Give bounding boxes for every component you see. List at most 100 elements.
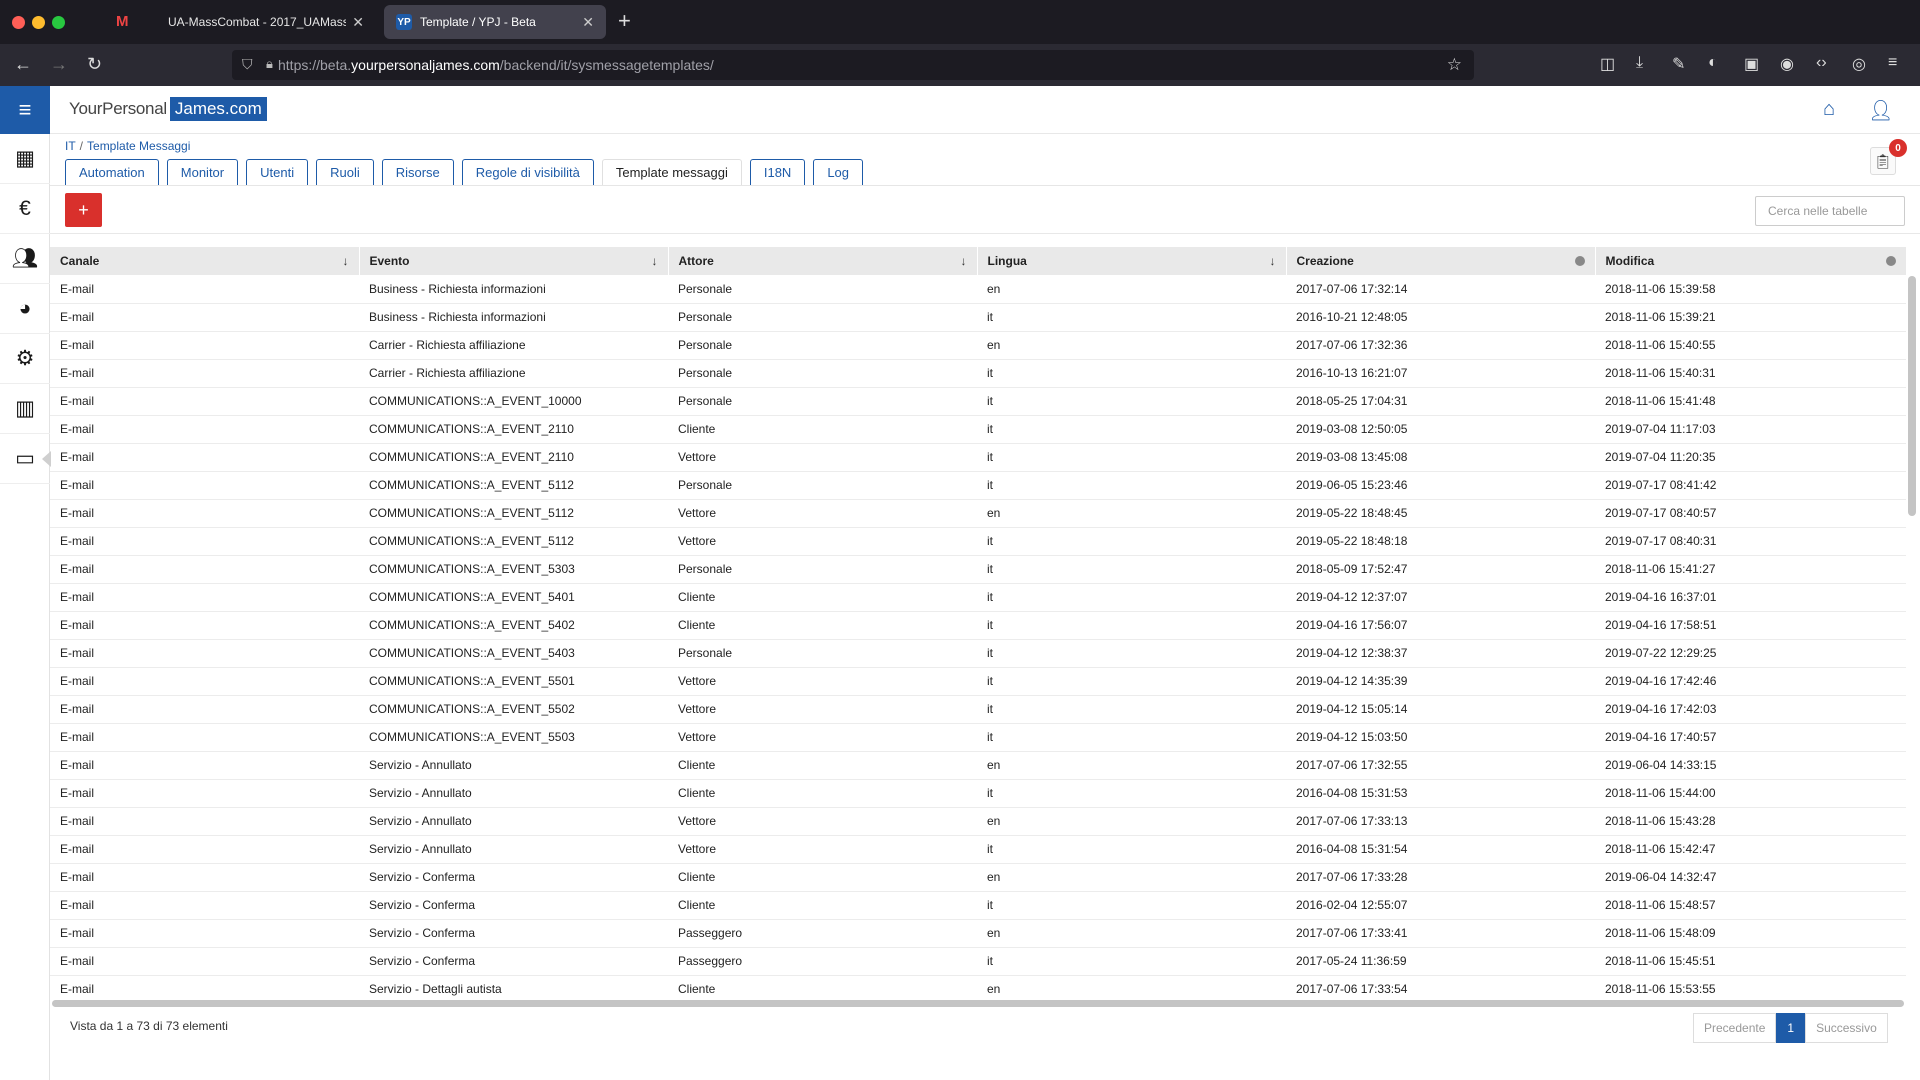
euro-icon[interactable]: € — [0, 184, 50, 234]
table-row[interactable]: E-mail COMMUNICATIONS::A_EVENT_5502 Vettor… — [50, 695, 1906, 724]
window-minimize-button[interactable] — [32, 16, 45, 29]
table-row[interactable]: E-mail COMMUNICATIONS::A_EVENT_5401 Client… — [50, 583, 1906, 612]
breadcrumb-current[interactable]: Template Messaggi — [87, 139, 190, 153]
horizontal-scrollbar[interactable] — [52, 1000, 1904, 1007]
gmail-icon[interactable]: M — [116, 13, 129, 30]
download-icon[interactable]: ⤓ — [1636, 54, 1643, 72]
table-row[interactable]: E-mail Servizio - Annullato Cliente it 2016-… — [50, 779, 1906, 808]
table-row[interactable]: E-mail COMMUNICATIONS::A_EVENT_5112 Vettor… — [50, 499, 1906, 528]
table-row[interactable]: E-mail COMMUNICATIONS::A_EVENT_10000 Perso… — [50, 387, 1906, 416]
settings-gears-icon[interactable]: ⚙ — [0, 334, 50, 384]
table-row[interactable]: E-mail Business - Richiesta informazioni P… — [50, 303, 1906, 332]
forward-icon[interactable]: → — [50, 54, 68, 74]
cell-evento: COMMUNICATIONS::A_EVENT_5112 — [359, 471, 668, 500]
code-icon[interactable]: ‹› — [1816, 54, 1827, 72]
close-icon[interactable]: ✕ — [582, 14, 594, 31]
table-row[interactable]: E-mail COMMUNICATIONS::A_EVENT_5402 Client… — [50, 611, 1906, 640]
tab-ruoli[interactable]: Ruoli — [316, 159, 374, 185]
table-row[interactable]: E-mail Servizio - Conferma Passeggero it 201… — [50, 947, 1906, 976]
breadcrumb-root-link[interactable]: IT — [65, 139, 76, 153]
table-row[interactable]: E-mail Business - Richiesta informazioni P… — [50, 275, 1906, 304]
column-header-modifica[interactable]: Modifica — [1595, 247, 1906, 275]
lock-icon[interactable]: 🔒︎ — [266, 56, 273, 72]
tab-utenti[interactable]: Utenti — [246, 159, 309, 185]
sort-arrow-icon[interactable]: ↓ — [1270, 254, 1276, 268]
url-bar[interactable]: ⛉ 🔒︎ https://beta.yourpersonaljames.com/… — [232, 50, 1474, 80]
table-row[interactable]: E-mail Servizio - Conferma Cliente en 2017-0… — [50, 863, 1906, 892]
table-row[interactable]: E-mail Carrier - Richiesta affiliazione Pe… — [50, 331, 1906, 360]
table-row[interactable]: E-mail Servizio - Conferma Cliente it 2016-0… — [50, 891, 1906, 920]
table-row[interactable]: E-mail Servizio - Conferma Passeggero en 201… — [50, 919, 1906, 948]
close-icon[interactable]: ✕ — [352, 14, 364, 31]
cell-evento: COMMUNICATIONS::A_EVENT_5402 — [359, 611, 668, 640]
tab-log[interactable]: Log — [813, 159, 864, 185]
tab-i18n[interactable]: I18N — [749, 159, 806, 185]
shield-icon[interactable]: ⛉ — [242, 56, 253, 73]
previous-page-button[interactable]: Precedente — [1693, 1013, 1777, 1043]
table-row[interactable]: E-mail Servizio - Dettagli autista Cliente… — [50, 975, 1906, 997]
table-row[interactable]: E-mail Servizio - Annullato Cliente en 2017-… — [50, 751, 1906, 780]
cell-evento: COMMUNICATIONS::A_EVENT_5303 — [359, 555, 668, 584]
tab-monitor[interactable]: Monitor — [166, 159, 239, 185]
column-header-attore[interactable]: Attore ↓ — [668, 247, 978, 275]
home-icon[interactable]: ⌂ — [1823, 98, 1835, 121]
clipboard-icon[interactable]: 📋︎ 0 — [1870, 139, 1907, 175]
sort-neutral-icon[interactable] — [1574, 256, 1585, 266]
table-row[interactable]: E-mail COMMUNICATIONS::A_EVENT_2110 Client… — [50, 415, 1906, 444]
cell-creazione: 2019-06-05 15:23:46 — [1286, 471, 1595, 500]
table-row[interactable]: E-mail COMMUNICATIONS::A_EVENT_5112 Vettor… — [50, 527, 1906, 556]
extension-badge-icon[interactable]: ◉ — [1780, 54, 1794, 74]
pie-chart-icon[interactable]: ◕ — [0, 284, 50, 334]
account-icon[interactable]: ◎ — [1852, 54, 1866, 74]
laptop-icon[interactable]: ▭ — [0, 434, 51, 484]
window-zoom-button[interactable] — [52, 16, 65, 29]
building-icon[interactable]: ▥ — [0, 384, 50, 434]
table-row[interactable]: E-mail COMMUNICATIONS::A_EVENT_5503 Vettor… — [50, 723, 1906, 752]
column-header-evento[interactable]: Evento ↓ — [359, 247, 669, 275]
logo[interactable]: YourPersonal James.com — [69, 97, 267, 121]
browser-tab-inactive[interactable]: UA-MassCombat - 2017_UAMassCombat ✕ — [156, 5, 376, 39]
sort-arrow-icon[interactable]: ↓ — [961, 254, 967, 268]
user-icon[interactable]: 👤︎ — [1868, 98, 1893, 123]
table-row[interactable]: E-mail COMMUNICATIONS::A_EVENT_5403 Person… — [50, 639, 1906, 668]
users-icon[interactable]: 👥︎ — [0, 234, 50, 284]
extension-icon[interactable]: ◐ — [1708, 54, 1718, 72]
back-icon[interactable]: ← — [14, 54, 32, 74]
window-close-button[interactable] — [12, 16, 25, 29]
next-page-button[interactable]: Successivo — [1805, 1013, 1888, 1043]
browser-tab-active[interactable]: YP Template / YPJ - Beta ✕ — [384, 5, 606, 39]
tab-regole-visibilita[interactable]: Regole di visibilità — [461, 159, 594, 185]
reload-icon[interactable]: ↻ — [87, 54, 102, 74]
cell-evento: Servizio - Conferma — [359, 919, 668, 948]
table-row[interactable]: E-mail COMMUNICATIONS::A_EVENT_5501 Vettor… — [50, 667, 1906, 696]
tab-risorse[interactable]: Risorse — [381, 159, 454, 185]
page-1-button[interactable]: 1 — [1776, 1013, 1806, 1043]
table-search-input[interactable] — [1755, 196, 1905, 226]
sort-arrow-icon[interactable]: ↓ — [343, 254, 349, 268]
menu-icon[interactable]: ≡ — [1888, 54, 1897, 72]
table-row[interactable]: E-mail Carrier - Richiesta affiliazione Pe… — [50, 359, 1906, 388]
tab-automation[interactable]: Automation — [65, 159, 159, 185]
wrench-icon[interactable]: ✎ — [1672, 54, 1685, 74]
tab-template-messaggi[interactable]: Template messaggi — [601, 159, 742, 185]
table-row[interactable]: E-mail Servizio - Annullato Vettore it 2016-… — [50, 835, 1906, 864]
table-row[interactable]: E-mail COMMUNICATIONS::A_EVENT_5112 Person… — [50, 471, 1906, 500]
cell-lingua: it — [977, 471, 1286, 500]
column-header-lingua[interactable]: Lingua ↓ — [977, 247, 1287, 275]
vertical-scrollbar[interactable] — [1908, 276, 1916, 516]
hamburger-menu-icon[interactable]: ≡ — [0, 86, 50, 134]
table-row[interactable]: E-mail COMMUNICATIONS::A_EVENT_2110 Vettor… — [50, 443, 1906, 472]
calendar-icon[interactable]: ▦ — [0, 134, 50, 184]
column-header-canale[interactable]: Canale ↓ — [50, 247, 360, 275]
table-row[interactable]: E-mail Servizio - Annullato Vettore en 2017-… — [50, 807, 1906, 836]
add-template-button[interactable]: + — [65, 193, 102, 227]
bookmark-star-icon[interactable]: ☆ — [1447, 55, 1462, 75]
extension-ok-icon[interactable]: ▣ — [1744, 54, 1759, 74]
new-tab-button[interactable]: + — [618, 10, 631, 32]
table-row[interactable]: E-mail COMMUNICATIONS::A_EVENT_5303 Person… — [50, 555, 1906, 584]
sort-arrow-icon[interactable]: ↓ — [652, 254, 658, 268]
sort-neutral-icon[interactable] — [1885, 256, 1896, 266]
pocket-icon[interactable]: ◫ — [1600, 54, 1615, 74]
pagination: Precedente 1 Successivo — [1693, 1013, 1888, 1043]
column-header-creazione[interactable]: Creazione — [1286, 247, 1596, 275]
